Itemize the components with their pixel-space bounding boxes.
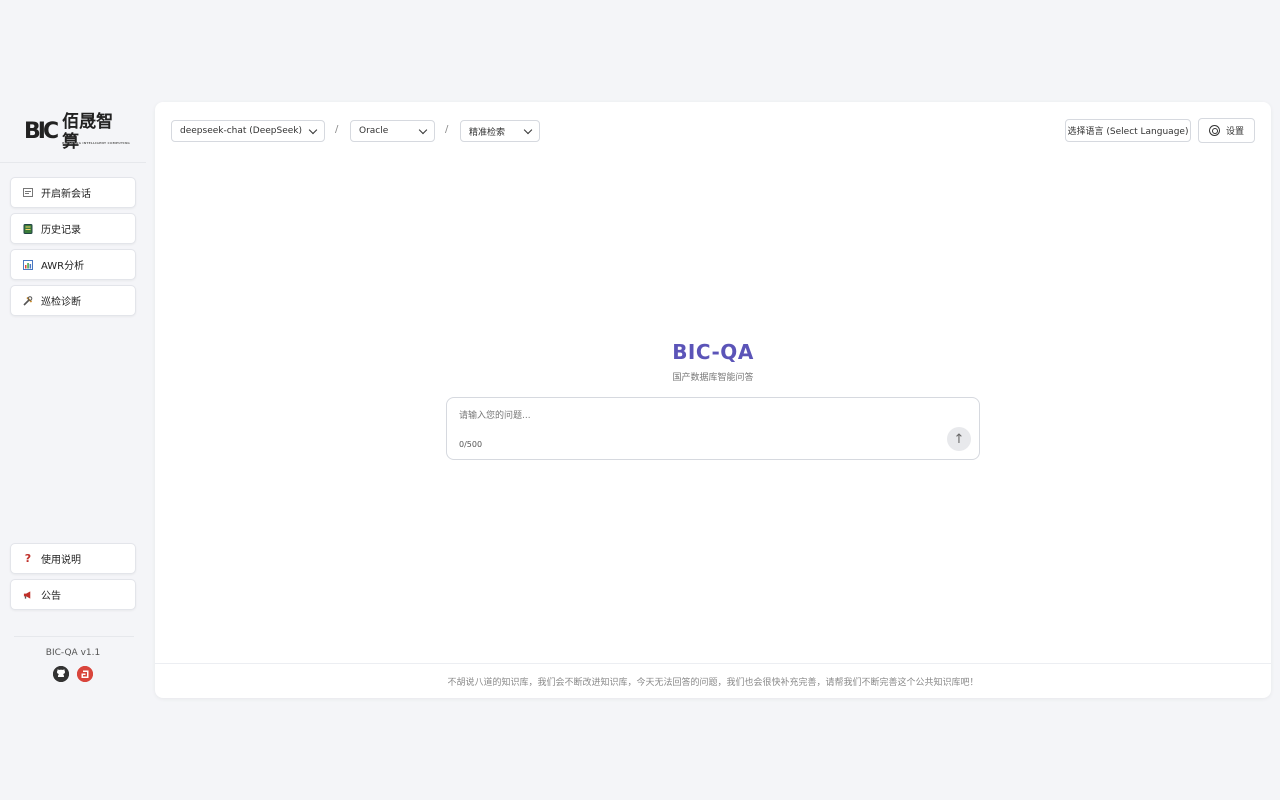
sidebar-item-help[interactable]: ? 使用说明 <box>10 543 136 574</box>
breadcrumb-separator: / <box>335 124 339 135</box>
megaphone-icon <box>23 590 33 600</box>
github-icon[interactable] <box>53 666 69 682</box>
question-icon: ? <box>24 552 32 565</box>
settings-button-label: 设置 <box>1225 127 1244 137</box>
hero-subtitle: 国产数据库智能问答 <box>672 373 754 383</box>
sidebar-item-new-chat[interactable]: 开启新会话 <box>10 177 136 208</box>
sidebar-item-label: 使用说明 <box>41 555 81 566</box>
version-label: BIC-QA v1.1 <box>45 648 101 658</box>
sidebar-item-awr[interactable]: AWR分析 <box>10 249 136 280</box>
new-chat-icon <box>23 188 33 198</box>
database-select-value: Oracle <box>359 126 389 136</box>
sidebar-item-history[interactable]: 历史记录 <box>10 213 136 244</box>
hero-title: BIC-QA <box>672 340 754 364</box>
model-select-value: deepseek-chat (DeepSeek) <box>180 126 303 136</box>
settings-button[interactable]: 设置 <box>1198 118 1255 143</box>
sidebar-footer-divider <box>14 636 134 637</box>
sidebar-divider <box>0 162 146 163</box>
question-input[interactable] <box>457 408 927 424</box>
brand-logo[interactable]: BIC 佰晟智算 BAISHENG INTELLIGENT COMPUTING <box>24 112 130 152</box>
char-counter: 0/500 <box>459 440 483 449</box>
sidebar-item-announcement[interactable]: 公告 <box>10 579 136 610</box>
footer-notice: 不胡说八道的知识库，我们会不断改进知识库，今天无法回答的问题，我们也会很快补充完… <box>447 678 979 688</box>
sidebar-item-label: 公告 <box>41 591 61 602</box>
send-button[interactable]: ↑ <box>947 427 971 451</box>
chart-icon <box>23 259 33 270</box>
language-button-label: 选择语言 (Select Language) <box>1067 127 1189 137</box>
chevron-down-icon <box>523 125 533 135</box>
sidebar-item-label: 开启新会话 <box>41 189 91 200</box>
sidebar-item-label: AWR分析 <box>41 261 85 272</box>
gitee-icon[interactable] <box>77 666 93 682</box>
question-box: 0/500 ↑ <box>446 397 980 460</box>
sidebar-item-inspection[interactable]: 巡检诊断 <box>10 285 136 316</box>
logo-subtitle: BAISHENG INTELLIGENT COMPUTING <box>62 141 130 145</box>
search-mode-select[interactable]: 精准检索 <box>460 120 540 142</box>
arrow-up-icon: ↑ <box>953 431 965 447</box>
history-icon <box>23 223 33 234</box>
social-links <box>53 666 93 682</box>
sidebar: BIC 佰晟智算 BAISHENG INTELLIGENT COMPUTING … <box>0 102 146 698</box>
breadcrumb-separator: / <box>445 124 449 135</box>
main-panel: deepseek-chat (DeepSeek) / Oracle / 精准检索… <box>155 102 1271 698</box>
chevron-down-icon <box>418 125 428 135</box>
footer-divider <box>155 663 1271 664</box>
chevron-down-icon <box>308 125 318 135</box>
language-button[interactable]: 选择语言 (Select Language) <box>1065 119 1191 142</box>
sidebar-item-label: 历史记录 <box>41 225 81 236</box>
database-select[interactable]: Oracle <box>350 120 435 142</box>
model-select[interactable]: deepseek-chat (DeepSeek) <box>171 120 325 142</box>
search-mode-select-value: 精准检索 <box>469 127 506 138</box>
tools-icon <box>23 295 33 306</box>
logo-mark: BIC <box>24 119 59 144</box>
gear-icon <box>1208 125 1220 136</box>
sidebar-item-label: 巡检诊断 <box>41 297 81 308</box>
logo-text: 佰晟智算 BAISHENG INTELLIGENT COMPUTING <box>62 112 130 152</box>
